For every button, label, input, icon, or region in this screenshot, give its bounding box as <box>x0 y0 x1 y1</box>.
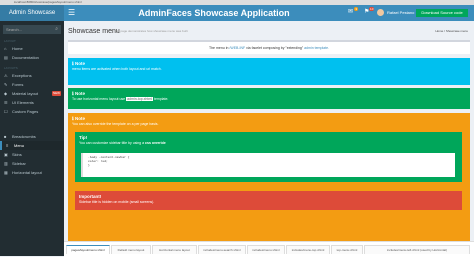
info-icon: ℹ <box>72 91 74 96</box>
download-source-button[interactable]: Download Source code <box>416 9 468 17</box>
sidebar-header-layout: LAYOUT <box>4 39 16 43</box>
layout-icon: ▦ <box>4 170 8 175</box>
page-title: Showcase menu <box>68 28 120 35</box>
search-placeholder: Search... <box>6 27 23 32</box>
palette-icon: ▣ <box>4 152 8 157</box>
book-icon: ▤ <box>4 55 8 60</box>
menu-icon: ≡ <box>6 143 9 148</box>
important-title: Important! <box>79 194 102 199</box>
sidebar-item-horizontal-layout[interactable]: ▦ Horizontal layout <box>0 168 64 177</box>
admin-template-link[interactable]: admin template. <box>304 46 329 50</box>
tab-menu-left[interactable]: includes/menu-left.xhtml (used by Horizo… <box>364 245 470 254</box>
callout-title: ℹ Note <box>72 91 85 96</box>
web-inf-link[interactable]: /WEB-INF <box>229 46 245 50</box>
callout-body: menu items are activated when both layou… <box>72 67 162 71</box>
sidebar-item-forms[interactable]: ✎ Forms <box>0 80 64 89</box>
sidebar: Search... ⌕ LAYOUT ⌂ Home ▤ Documentation … <box>0 21 64 256</box>
important-callout: Important! Sidebar title is hidden on mo… <box>75 191 462 210</box>
sidebar-item-exceptions[interactable]: ⚠ Exceptions <box>0 71 64 80</box>
sidebar-search-input[interactable]: Search... ⌕ <box>3 25 61 34</box>
callout-body: To use horizontal menu layout use admin-… <box>72 97 169 101</box>
sidebar-item-breadcrumbs[interactable]: ■ Breadcrumbs <box>0 132 64 141</box>
main-content: Showcase menu This page demonstrates how… <box>64 21 474 257</box>
app-logo[interactable]: Admin Showcase <box>0 5 64 21</box>
notifications-icon[interactable]: ✉ 3 <box>348 7 359 16</box>
tab-default-menu-layout[interactable]: Default menu layout <box>111 245 151 254</box>
diamond-icon: ◆ <box>4 91 8 96</box>
callout-title: ℹ Note <box>72 116 85 121</box>
breadcrumb-icon: ■ <box>4 134 7 139</box>
search-icon[interactable]: ⌕ <box>52 25 58 34</box>
tab-horizontal-menu-layout[interactable]: Horizontal menu layout <box>152 245 197 254</box>
tasks-icon[interactable]: ⚑ 10 <box>364 7 375 16</box>
edit-icon: ✎ <box>4 82 8 87</box>
sidebar-item-home[interactable]: ⌂ Home <box>0 44 64 53</box>
page-subtitle: This page demonstrates how showcase menu… <box>114 29 188 33</box>
file-icon: ☐ <box>4 109 8 114</box>
breadcrumb[interactable]: Home / Showcase menu <box>435 29 468 34</box>
app-title: AdminFaces Showcase Application <box>138 8 290 18</box>
callout-body: You can also override the template on a … <box>72 122 159 126</box>
new-badge: NEW <box>52 91 61 96</box>
sidebar-item-ui-elements[interactable]: ☰ UI Elements <box>0 98 64 107</box>
note-callout-warning: ℹ Note You can also override the templat… <box>68 113 470 244</box>
tasks-badge: 10 <box>369 7 375 11</box>
list-icon: ☰ <box>4 100 8 105</box>
tab-menu-xhtml[interactable]: pages/layout/menu.xhtml <box>66 245 110 254</box>
callout-title: ℹ Note <box>72 61 85 66</box>
sidebar-item-custom-pages[interactable]: ☐ Custom Pages <box>0 107 64 116</box>
code-snippet: .body .content-navbar { color: red; } <box>81 153 455 177</box>
tip-title: Tip! <box>79 135 88 140</box>
inline-code: admin-top.xhtml <box>126 97 154 101</box>
note-callout-success: ℹ Note To use horizontal menu layout use… <box>68 88 470 109</box>
note-callout-info: ℹ Note menu items are activated when bot… <box>68 58 470 85</box>
info-icon: ℹ <box>72 61 74 66</box>
top-navbar: ☰ AdminFaces Showcase Application ✉ 3 ⚑ 10… <box>64 5 474 21</box>
sidebar-item-menu[interactable]: ≡ Menu <box>0 141 64 150</box>
tab-menu-top[interactable]: includes/menu-top.xhtml <box>286 245 330 254</box>
important-body: Sidebar title is hidden on mobile (small… <box>79 200 155 204</box>
user-avatar[interactable] <box>377 9 384 16</box>
tab-top-menu[interactable]: top-menu.xhtml <box>331 245 363 254</box>
tip-callout: Tip! You can customize sidebar title by … <box>75 132 462 182</box>
warning-icon: ⚠ <box>4 73 8 78</box>
sidebar-item-skins[interactable]: ▣ Skins <box>0 150 64 159</box>
home-icon: ⌂ <box>4 46 7 51</box>
user-name[interactable]: Rafael Pestano <box>387 10 414 16</box>
sidebar-item-material-layout[interactable]: ◆ Material layout NEW <box>0 89 64 98</box>
tip-body: You can customize sidebar title by using… <box>79 141 166 145</box>
sidebar-item-documentation[interactable]: ▤ Documentation <box>0 53 64 62</box>
sidebar-header-layouts: LAYOUTS <box>4 66 18 70</box>
tab-menu-include[interactable]: includes/menu.xhtml <box>247 245 285 254</box>
info-icon: ℹ <box>72 116 74 121</box>
sidebar-item-sidebar[interactable]: ▥ Sidebar <box>0 159 64 168</box>
source-tabs: pages/layout/menu.xhtml Default menu lay… <box>64 241 474 257</box>
intro-box: The menu in /WEB-INF via facelet composi… <box>68 40 470 54</box>
tab-menu-search[interactable]: includes/menu-search.xhtml <box>198 245 246 254</box>
sidebar-icon: ▥ <box>4 161 8 166</box>
